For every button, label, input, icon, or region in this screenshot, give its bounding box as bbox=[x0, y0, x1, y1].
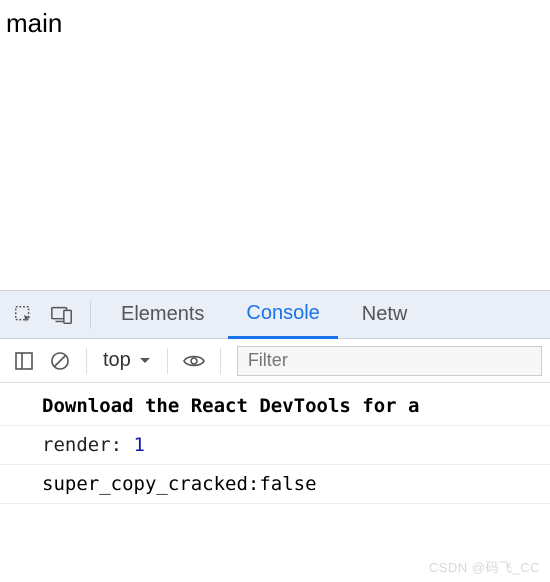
page-content: main bbox=[0, 0, 550, 290]
watermark: CSDN @码飞_CC bbox=[429, 557, 540, 576]
inspect-element-icon[interactable] bbox=[8, 299, 40, 331]
divider bbox=[86, 348, 87, 374]
log-value: 1 bbox=[134, 434, 145, 456]
devtools-tabs-bar: Elements Console Netw bbox=[0, 291, 550, 339]
tab-network[interactable]: Netw bbox=[344, 291, 426, 339]
tab-elements[interactable]: Elements bbox=[103, 291, 222, 339]
tab-console[interactable]: Console bbox=[228, 291, 337, 339]
console-output: Download the React DevTools for a render… bbox=[0, 383, 550, 508]
log-key: render: bbox=[42, 434, 134, 456]
log-text: super_copy_cracked:false bbox=[42, 473, 317, 495]
tab-label: Console bbox=[246, 302, 319, 325]
context-label: top bbox=[103, 349, 131, 372]
toggle-sidebar-icon[interactable] bbox=[8, 345, 40, 377]
tab-label: Elements bbox=[121, 303, 204, 326]
divider bbox=[90, 301, 91, 329]
chevron-down-icon bbox=[139, 357, 151, 365]
page-text: main bbox=[6, 8, 62, 38]
log-row: render: 1 bbox=[0, 426, 550, 465]
divider bbox=[220, 348, 221, 374]
eye-icon[interactable] bbox=[178, 345, 210, 377]
context-selector[interactable]: top bbox=[97, 349, 157, 372]
filter-input[interactable] bbox=[237, 346, 542, 376]
log-text: Download the React DevTools for a bbox=[42, 395, 420, 417]
device-toolbar-icon[interactable] bbox=[46, 299, 78, 331]
devtools-panel: Elements Console Netw top bbox=[0, 290, 550, 508]
divider bbox=[167, 348, 168, 374]
log-row: super_copy_cracked:false bbox=[0, 465, 550, 504]
console-toolbar: top bbox=[0, 339, 550, 383]
tab-label: Netw bbox=[362, 303, 408, 326]
clear-console-icon[interactable] bbox=[44, 345, 76, 377]
log-row: Download the React DevTools for a bbox=[0, 387, 550, 426]
